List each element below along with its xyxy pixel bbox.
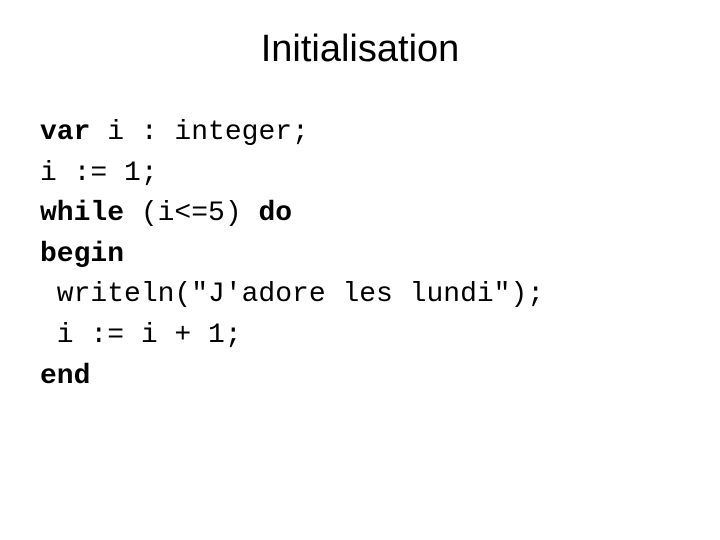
slide-title: Initialisation	[40, 28, 680, 71]
code-text: (i<=5)	[124, 198, 258, 229]
code-text: i := 1;	[40, 158, 158, 189]
keyword-while: while	[40, 198, 124, 229]
code-text: writeln("J'adore les lundi");	[40, 279, 544, 310]
keyword-do: do	[258, 198, 292, 229]
keyword-var: var	[40, 117, 90, 148]
slide: Initialisation var i : integer; i := 1; …	[0, 0, 720, 540]
code-text: i : integer;	[90, 117, 308, 148]
code-text: i := i + 1;	[40, 320, 242, 351]
code-block: var i : integer; i := 1; while (i<=5) do…	[40, 113, 680, 397]
keyword-end: end	[40, 361, 90, 392]
keyword-begin: begin	[40, 239, 124, 270]
